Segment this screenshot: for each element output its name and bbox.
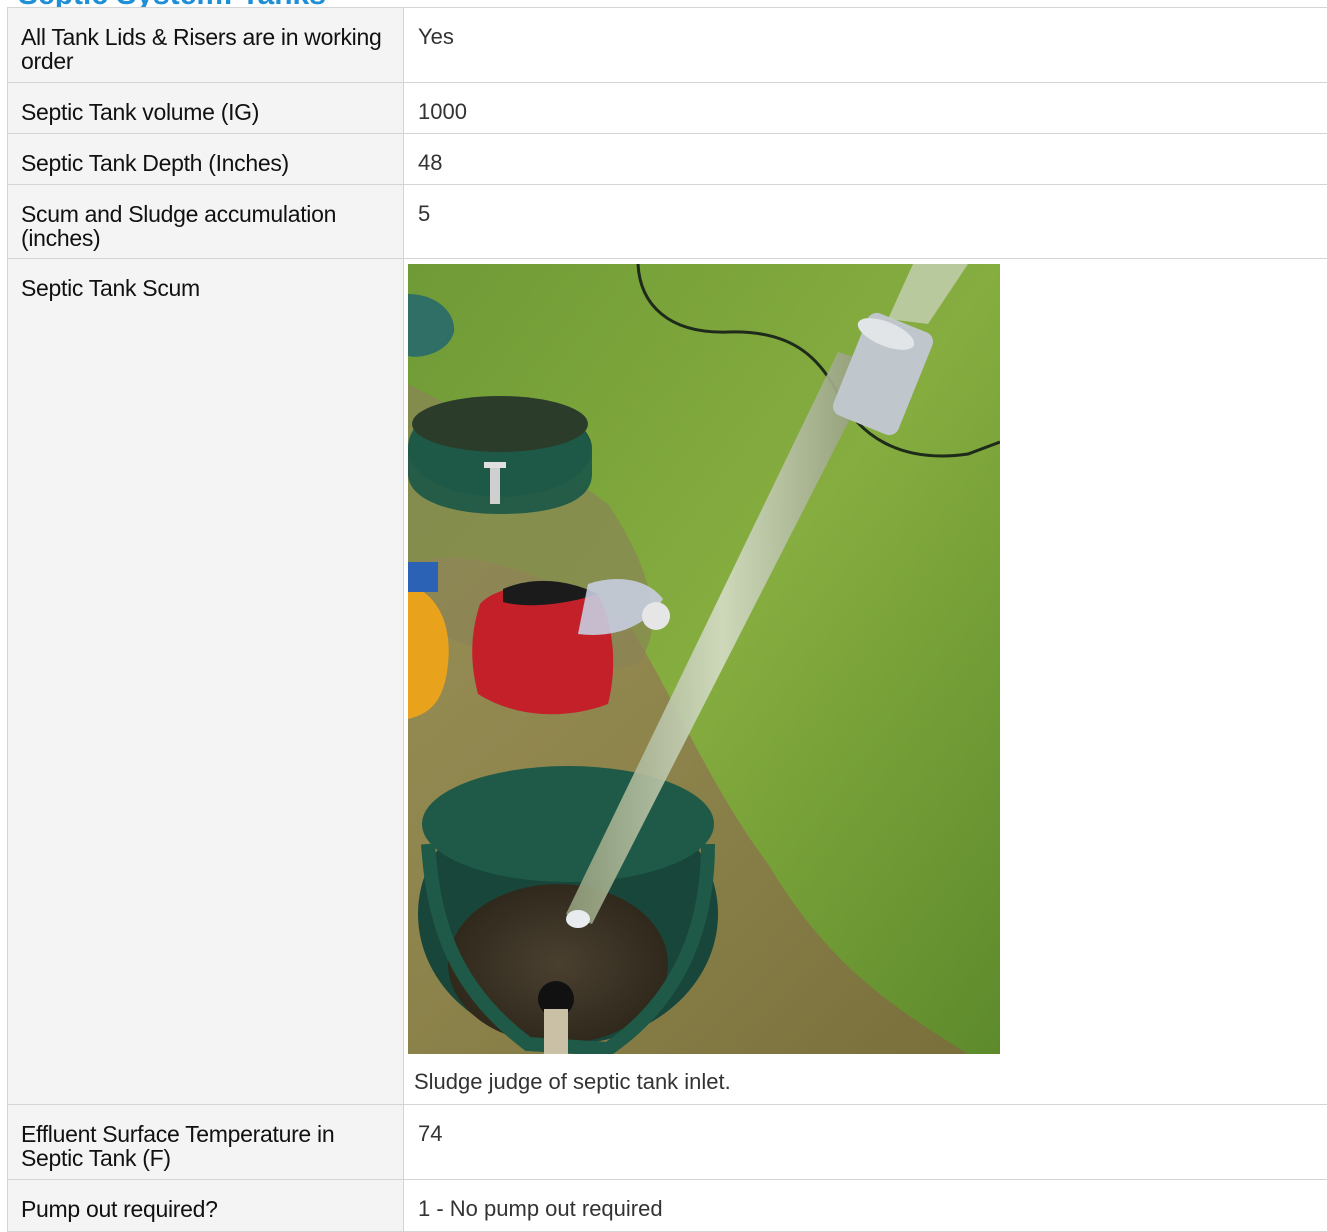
row-value: 48 bbox=[404, 134, 1327, 185]
table-row: Pump out required? 1 - No pump out requi… bbox=[8, 1180, 1327, 1232]
row-label: Pump out required? bbox=[8, 1180, 404, 1232]
table-row: Septic Tank volume (IG) 1000 bbox=[8, 83, 1327, 134]
row-value: 5 bbox=[404, 185, 1327, 259]
row-value: 1 - No pump out required bbox=[404, 1180, 1327, 1232]
septic-tank-photo[interactable] bbox=[408, 264, 1000, 1054]
row-value: Yes bbox=[404, 8, 1327, 83]
row-label: All Tank Lids & Risers are in working or… bbox=[8, 8, 404, 83]
septic-tank-table: All Tank Lids & Risers are in working or… bbox=[7, 7, 1327, 1232]
table-row: Scum and Sludge accumulation (inches) 5 bbox=[8, 185, 1327, 259]
row-label: Effluent Surface Temperature in Septic T… bbox=[8, 1105, 404, 1180]
table-row: Septic Tank Scum bbox=[8, 259, 1327, 1105]
table-row: Septic Tank Depth (Inches) 48 bbox=[8, 134, 1327, 185]
row-label: Septic Tank Depth (Inches) bbox=[8, 134, 404, 185]
table-row: All Tank Lids & Risers are in working or… bbox=[8, 8, 1327, 83]
row-value: 74 bbox=[404, 1105, 1327, 1180]
row-label: Septic Tank Scum bbox=[8, 259, 404, 1105]
photo-caption: Sludge judge of septic tank inlet. bbox=[414, 1070, 1327, 1094]
row-value: 1000 bbox=[404, 83, 1327, 134]
table-row: Effluent Surface Temperature in Septic T… bbox=[8, 1105, 1327, 1180]
photo-cell: Sludge judge of septic tank inlet. bbox=[404, 259, 1327, 1105]
row-label: Scum and Sludge accumulation (inches) bbox=[8, 185, 404, 259]
row-label: Septic Tank volume (IG) bbox=[8, 83, 404, 134]
